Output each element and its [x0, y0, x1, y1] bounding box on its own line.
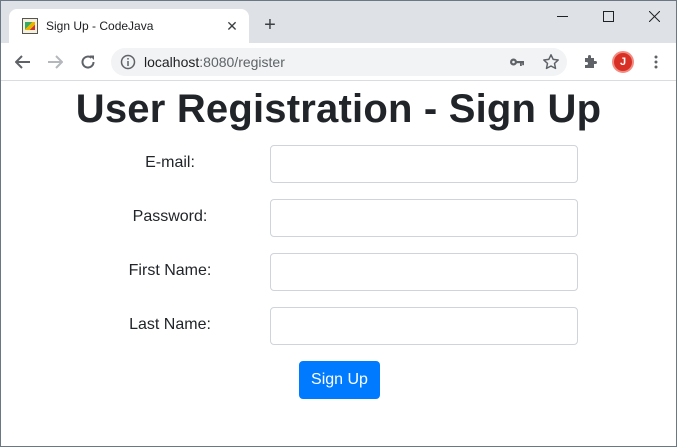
arrow-right-icon: [48, 55, 63, 69]
url-host: localhost: [144, 54, 200, 70]
minimize-icon: [557, 16, 568, 17]
extensions-button[interactable]: [578, 50, 602, 74]
minimize-button[interactable]: [539, 1, 585, 33]
first-name-label: First Name:: [128, 262, 212, 279]
email-field[interactable]: [270, 145, 578, 183]
tab-title: Sign Up - CodeJava: [46, 19, 154, 33]
key-icon[interactable]: [509, 54, 525, 70]
close-tab-icon[interactable]: ✕: [222, 16, 242, 36]
reload-button[interactable]: [76, 50, 100, 74]
menu-button[interactable]: [644, 50, 668, 74]
profile-avatar[interactable]: J: [612, 51, 634, 73]
close-window-button[interactable]: [631, 1, 676, 33]
maximize-button[interactable]: [585, 1, 631, 33]
password-row: Password:: [1, 199, 676, 237]
favicon-icon: [22, 18, 38, 34]
page-title: User Registration - Sign Up: [75, 87, 602, 131]
email-row: E-mail:: [1, 145, 676, 183]
new-tab-button[interactable]: +: [258, 13, 282, 37]
first-name-row: First Name:: [1, 253, 676, 291]
password-field[interactable]: [270, 199, 578, 237]
reload-icon: [81, 55, 95, 69]
tab-sign-up[interactable]: Sign Up - CodeJava ✕: [9, 9, 249, 43]
close-icon: [649, 11, 660, 22]
last-name-field[interactable]: [270, 307, 578, 345]
puzzle-icon: [585, 55, 597, 68]
forward-button[interactable]: [43, 50, 67, 74]
email-label: E-mail:: [145, 154, 195, 171]
url-text[interactable]: localhost:8080/register: [144, 54, 285, 70]
maximize-icon: [603, 11, 614, 22]
more-vertical-icon: [654, 55, 658, 69]
page-content: User Registration - Sign Up E-mail: Pass…: [1, 82, 676, 446]
sign-up-button[interactable]: Sign Up: [299, 361, 380, 399]
browser-window: Sign Up - CodeJava ✕ + localhost:8080/re…: [0, 0, 677, 447]
back-button[interactable]: [11, 50, 35, 74]
last-name-label: Last Name:: [129, 316, 211, 333]
arrow-left-icon: [15, 55, 30, 69]
star-icon[interactable]: [542, 53, 560, 71]
first-name-field[interactable]: [270, 253, 578, 291]
browser-toolbar: localhost:8080/register J: [1, 43, 676, 81]
address-bar[interactable]: localhost:8080/register: [111, 48, 567, 76]
last-name-row: Last Name:: [1, 307, 676, 345]
password-label: Password:: [132, 208, 208, 225]
info-icon[interactable]: [120, 54, 136, 70]
tab-strip: Sign Up - CodeJava ✕ +: [1, 1, 676, 43]
url-path: :8080/register: [199, 54, 285, 70]
